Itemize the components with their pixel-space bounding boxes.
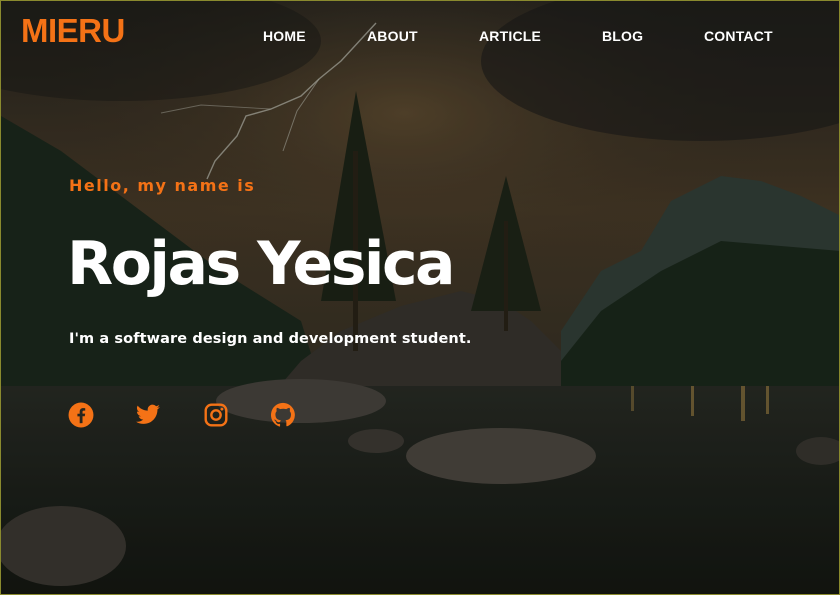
nav-contact-link[interactable]: CONTACT (704, 28, 773, 44)
nav-home-link[interactable]: HOME (263, 28, 306, 44)
hero-tagline: I'm a software design and development st… (69, 331, 472, 347)
nav-blog-link[interactable]: BLOG (602, 28, 643, 44)
nav-article-link[interactable]: ARTICLE (479, 28, 541, 44)
github-icon[interactable] (270, 402, 296, 428)
hero-name: Rojas Yesica (67, 229, 456, 299)
instagram-icon[interactable] (203, 402, 229, 428)
facebook-icon[interactable] (68, 402, 94, 428)
main-nav: HOME ABOUT ARTICLE BLOG CONTACT (1, 28, 839, 48)
hero-greeting: Hello, my name is (69, 176, 256, 195)
twitter-icon[interactable] (135, 402, 161, 428)
nav-about-link[interactable]: ABOUT (367, 28, 418, 44)
page-frame: MIERU HOME ABOUT ARTICLE BLOG CONTACT He… (0, 0, 840, 595)
social-links (67, 402, 307, 430)
